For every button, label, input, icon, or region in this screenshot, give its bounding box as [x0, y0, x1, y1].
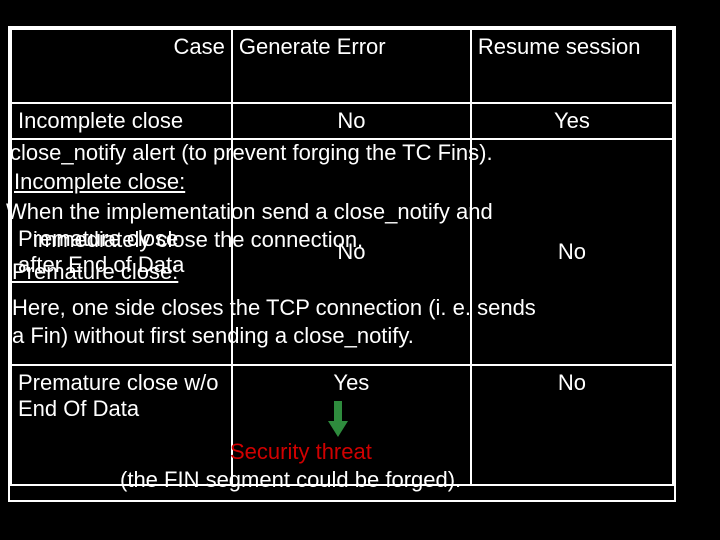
table-row: Incomplete close No Yes: [11, 103, 673, 139]
overlay-forged: (the FIN segment could be forged).: [120, 466, 461, 494]
cell-resume: No: [471, 365, 673, 485]
col-header-case: Case: [11, 29, 232, 103]
table-header-row: Case Generate Error Resume session: [11, 29, 673, 103]
cell-case: Incomplete close: [11, 103, 232, 139]
cell-resume: Yes: [471, 103, 673, 139]
overlay-here-line1: Here, one side closes the TCP connection…: [12, 294, 536, 322]
overlay-impl-line2: immediately close the connection.: [33, 226, 363, 254]
overlay-here-line2: a Fin) without first sending a close_not…: [12, 322, 414, 350]
overlay-close-notify: close_notify alert (to prevent forging t…: [10, 139, 493, 167]
overlay-impl-line1: When the implementation send a close_not…: [6, 198, 493, 226]
overlay-security-threat: Security threat: [230, 438, 372, 466]
cell-gen: No: [232, 103, 471, 139]
down-arrow-icon: [328, 401, 348, 441]
col-header-generate-error: Generate Error: [232, 29, 471, 103]
col-header-resume-session: Resume session: [471, 29, 673, 103]
overlay-incomplete-heading: Incomplete close:: [14, 168, 185, 196]
overlay-premature-heading: Premature close:: [12, 258, 178, 286]
cell-resume: No: [471, 139, 673, 365]
